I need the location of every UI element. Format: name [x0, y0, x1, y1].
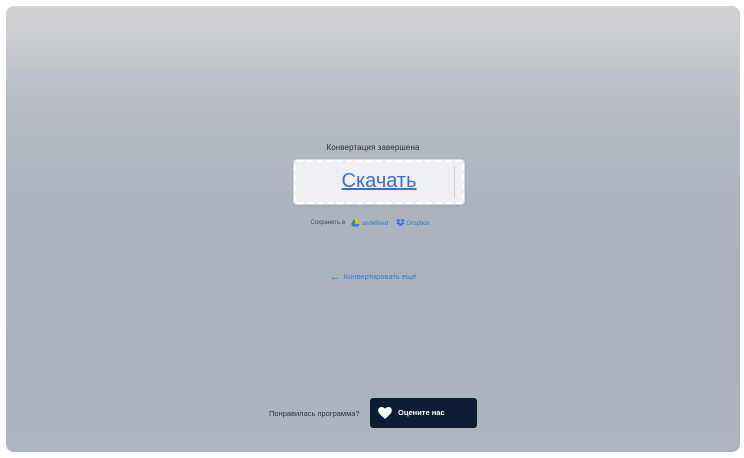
convert-more-label: Конвертировать ещё	[343, 272, 417, 281]
save-to-dropbox-link[interactable]: Dropbox	[395, 219, 430, 227]
save-to-label: Сохранить в	[310, 220, 346, 226]
download-button-label: Скачать	[341, 170, 417, 192]
heart-icon	[378, 407, 392, 420]
convert-more-link[interactable]: ← Конвертировать ещё	[6, 271, 740, 283]
conversion-status: Конвертация завершена	[326, 143, 420, 152]
google-drive-icon	[350, 219, 360, 227]
download-button[interactable]: Скачать	[294, 160, 464, 204]
download-button-edge	[454, 166, 459, 198]
rating-question: Понравилась программа?	[268, 408, 360, 418]
converter-panel: Конвертация завершена Скачать Сохранить …	[6, 6, 740, 452]
save-to-google-drive-link[interactable]: undefined	[350, 219, 390, 227]
rate-us-button[interactable]: Оцените нас	[370, 398, 478, 428]
arrow-left-icon: ←	[329, 271, 341, 283]
dropbox-icon	[395, 219, 405, 227]
rate-us-label: Оцените нас	[398, 408, 445, 417]
rating-row: Понравилась программа? Оцените нас	[6, 398, 740, 428]
save-to-row: Сохранить в undefined Dropbox	[6, 219, 740, 227]
google-drive-label: undefined	[361, 220, 389, 227]
dropbox-label: Dropbox	[406, 220, 430, 227]
